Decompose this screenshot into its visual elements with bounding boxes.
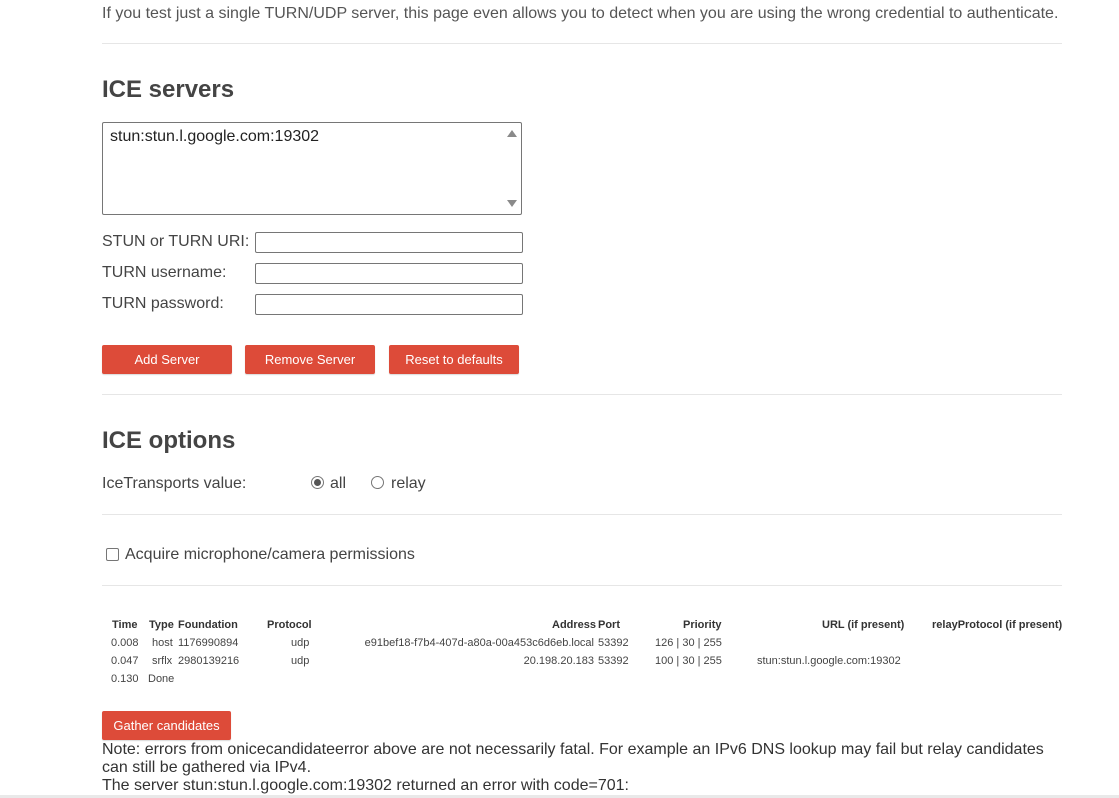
scroll-down-arrow-icon[interactable] bbox=[507, 200, 517, 207]
col-header-type: Type bbox=[149, 619, 174, 631]
turn-username-row: TURN username: bbox=[102, 263, 532, 285]
error-text: The server stun:stun.l.google.com:19302 … bbox=[102, 777, 629, 794]
cell-protocol: udp bbox=[291, 655, 310, 667]
ice-server-item[interactable]: stun:stun.l.google.com:19302 bbox=[110, 128, 514, 146]
acquire-permissions-checkbox[interactable] bbox=[106, 548, 119, 561]
stun-turn-uri-row: STUN or TURN URI: bbox=[102, 232, 532, 254]
turn-username-input[interactable] bbox=[255, 263, 523, 284]
intro-text: If you test just a single TURN/UDP serve… bbox=[102, 5, 1059, 22]
note-text: Note: errors from onicecandidateerror ab… bbox=[102, 741, 1044, 776]
cell-type: host bbox=[152, 637, 173, 649]
cell-priority: 100 | 30 | 255 bbox=[655, 655, 722, 667]
ice-servers-heading: ICE servers bbox=[102, 76, 235, 103]
cell-time: 0.008 bbox=[111, 637, 139, 649]
cell-url: stun:stun.l.google.com:19302 bbox=[757, 655, 901, 667]
ice-transports-label: IceTransports value: bbox=[102, 475, 247, 492]
cell-time: 0.047 bbox=[111, 655, 139, 667]
turn-password-row: TURN password: bbox=[102, 294, 532, 316]
col-header-port: Port bbox=[598, 619, 620, 631]
col-header-protocol: Protocol bbox=[267, 619, 312, 631]
notes: Note: errors from onicecandidateerror ab… bbox=[102, 741, 1062, 795]
col-header-relay-protocol: relayProtocol (if present) bbox=[932, 619, 1063, 631]
remove-server-button[interactable]: Remove Server bbox=[245, 345, 375, 374]
cell-time: 0.130 bbox=[111, 673, 139, 685]
col-header-time: Time bbox=[112, 619, 138, 631]
radio-relay[interactable] bbox=[371, 476, 384, 489]
ice-servers-list[interactable]: stun:stun.l.google.com:19302 bbox=[102, 122, 522, 215]
col-header-foundation: Foundation bbox=[178, 619, 238, 631]
add-server-button[interactable]: Add Server bbox=[102, 345, 232, 374]
radio-all-label[interactable]: all bbox=[330, 475, 346, 493]
acquire-permissions-label[interactable]: Acquire microphone/camera permissions bbox=[125, 546, 415, 564]
ice-options-heading: ICE options bbox=[102, 427, 236, 454]
done-label: Done bbox=[148, 673, 175, 685]
cell-port: 53392 bbox=[598, 637, 629, 649]
gather-candidates-button[interactable]: Gather candidates bbox=[102, 711, 231, 740]
divider bbox=[102, 43, 1062, 44]
divider bbox=[102, 585, 1062, 586]
cell-protocol: udp bbox=[291, 637, 310, 649]
cell-priority: 126 | 30 | 255 bbox=[655, 637, 722, 649]
divider bbox=[102, 514, 1062, 515]
radio-relay-label[interactable]: relay bbox=[391, 475, 426, 493]
cell-address: e91bef18-f7b4-407d-a80a-00a453c6d6eb.loc… bbox=[364, 637, 594, 649]
turn-password-input[interactable] bbox=[255, 294, 523, 315]
turn-username-label: TURN username: bbox=[102, 264, 227, 281]
cell-port: 53392 bbox=[598, 655, 629, 667]
cell-foundation: 1176990894 bbox=[178, 637, 239, 649]
col-header-url: URL (if present) bbox=[822, 619, 905, 631]
col-header-address: Address bbox=[552, 619, 597, 631]
divider bbox=[102, 394, 1062, 395]
cell-foundation: 2980139216 bbox=[178, 655, 240, 667]
cell-type: srflx bbox=[152, 655, 173, 667]
scroll-up-arrow-icon[interactable] bbox=[507, 130, 517, 137]
reset-to-defaults-button[interactable]: Reset to defaults bbox=[389, 345, 519, 374]
col-header-priority: Priority bbox=[683, 619, 722, 631]
radio-all[interactable] bbox=[311, 476, 324, 489]
cell-address: 20.198.20.183 bbox=[523, 655, 594, 667]
stun-turn-uri-input[interactable] bbox=[255, 232, 523, 253]
stun-turn-uri-label: STUN or TURN URI: bbox=[102, 233, 250, 250]
turn-password-label: TURN password: bbox=[102, 295, 224, 312]
